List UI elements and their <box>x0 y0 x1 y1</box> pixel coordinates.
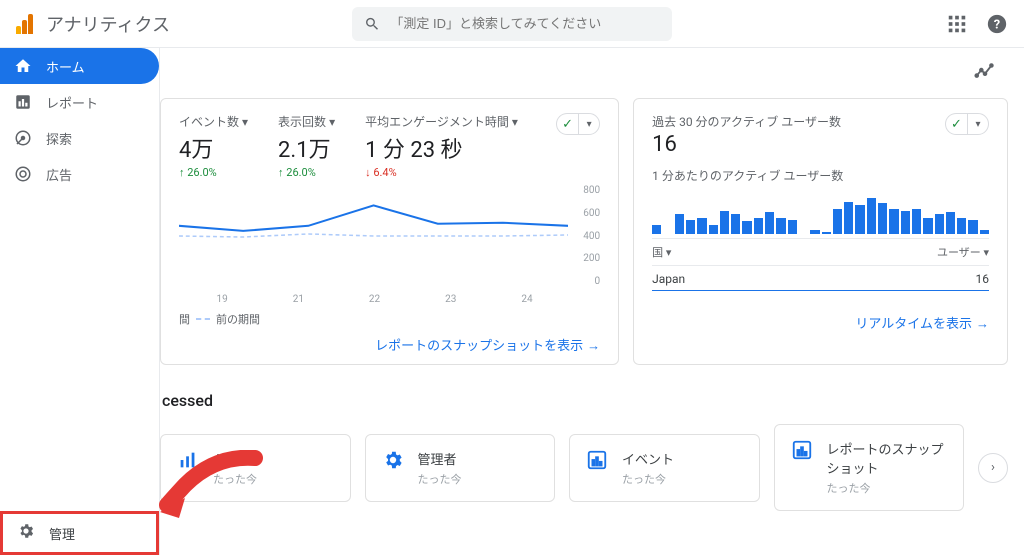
view-realtime-link[interactable]: リアルタイムを表示→ <box>855 317 989 332</box>
recent-card-title: 管理者 <box>418 449 462 468</box>
help-icon[interactable]: ? <box>986 13 1008 35</box>
product-name: アナリティクス <box>46 11 170 37</box>
card-status-pill: ✓ ▾ <box>556 113 600 135</box>
sidebar-item-label: 探索 <box>46 129 72 148</box>
overview-card: イベント数 ▾ 4万 ↑ 26.0% 表示回数 ▾ 2.1万 ↑ 26.0% 平… <box>160 98 619 365</box>
search-input[interactable] <box>390 16 660 31</box>
chevron-right-icon: › <box>991 460 995 475</box>
recent-card-title: レポートのスナップショット <box>827 439 948 477</box>
recently-accessed-title: cessed <box>162 391 1008 410</box>
metric-value: 2.1万 <box>278 132 335 164</box>
home-icon <box>14 57 32 75</box>
metric-delta: ↓ 6.4% <box>365 166 518 179</box>
svg-text:?: ? <box>994 17 1000 32</box>
check-icon: ✓ <box>556 113 578 135</box>
metric-label[interactable]: 表示回数 ▾ <box>278 113 335 130</box>
realtime-value: 16 <box>652 132 841 157</box>
metric-views: 表示回数 ▾ 2.1万 ↑ 26.0% <box>278 113 335 179</box>
chevron-down-icon: ▾ <box>242 115 248 129</box>
recent-card-title: イベント <box>622 449 674 468</box>
recent-card-sub: たった今 <box>418 471 462 487</box>
realtime-bar-chart <box>652 198 989 234</box>
recently-accessed-row: トたった今 管理者たった今 イベントたった今 レポートのスナップショットたった今… <box>160 424 1008 511</box>
status-dropdown[interactable]: ▾ <box>967 113 989 135</box>
insights-icon[interactable] <box>974 60 996 82</box>
explore-icon <box>14 129 32 147</box>
country-toggle[interactable]: 国 ▾ <box>652 244 671 260</box>
recent-card-title: ト <box>213 449 257 468</box>
main-content: イベント数 ▾ 4万 ↑ 26.0% 表示回数 ▾ 2.1万 ↑ 26.0% 平… <box>160 48 1024 555</box>
line-chart: 8006004002000 1921222324 <box>179 185 600 305</box>
bar-chart-box-icon <box>586 449 608 471</box>
sidebar-item-reports[interactable]: レポート <box>0 84 159 120</box>
app-header: アナリティクス ? <box>0 0 1024 48</box>
sidebar-item-label: 広告 <box>46 165 72 184</box>
apps-icon[interactable] <box>946 13 968 35</box>
realtime-card: 過去 30 分のアクティブ ユーザー数 16 ✓ ▾ 1 分あたりのアクティブ … <box>633 98 1008 365</box>
sidebar-item-label: ホーム <box>46 57 85 76</box>
recent-card-sub: たった今 <box>622 471 674 487</box>
next-button[interactable]: › <box>978 453 1008 483</box>
x-axis-labels: 1921222324 <box>179 294 570 305</box>
metric-delta: ↑ 26.0% <box>179 166 248 179</box>
ads-icon <box>14 165 32 183</box>
sidebar: ホーム レポート 探索 広告 管理 <box>0 48 160 555</box>
sidebar-item-admin[interactable]: 管理 <box>3 514 156 552</box>
chevron-down-icon: ▾ <box>329 115 335 129</box>
sidebar-item-ads[interactable]: 広告 <box>0 156 159 192</box>
realtime-sublabel: 1 分あたりのアクティブ ユーザー数 <box>652 167 989 184</box>
search-box[interactable] <box>352 7 672 41</box>
bar-chart-icon <box>14 93 32 111</box>
status-dropdown[interactable]: ▾ <box>578 113 600 135</box>
gear-icon <box>17 522 35 544</box>
metric-engagement: 平均エンゲージメント時間 ▾ 1 分 23 秒 ↓ 6.4% <box>365 113 518 179</box>
realtime-label: 過去 30 分のアクティブ ユーザー数 <box>652 113 841 130</box>
country-row: Japan16 <box>652 266 989 291</box>
sidebar-item-home[interactable]: ホーム <box>0 48 159 84</box>
metric-events: イベント数 ▾ 4万 ↑ 26.0% <box>179 113 248 179</box>
recent-card[interactable]: レポートのスナップショットたった今 <box>774 424 965 511</box>
admin-label: 管理 <box>49 524 75 543</box>
gear-icon <box>382 449 404 471</box>
chevron-down-icon: ▾ <box>512 115 518 129</box>
user-toggle[interactable]: ユーザー ▾ <box>937 244 989 260</box>
metric-delta: ↑ 26.0% <box>278 166 335 179</box>
metric-value: 4万 <box>179 132 248 164</box>
bar-chart-box-icon <box>791 439 813 461</box>
analytics-logo <box>16 14 36 34</box>
check-icon: ✓ <box>945 113 967 135</box>
sidebar-item-label: レポート <box>46 93 98 112</box>
recent-card[interactable]: イベントたった今 <box>569 434 760 502</box>
y-axis-labels: 8006004002000 <box>572 185 600 287</box>
bar-chart-icon <box>177 449 199 471</box>
recent-card-sub: たった今 <box>213 471 257 487</box>
search-icon <box>364 15 380 33</box>
metric-label[interactable]: イベント数 ▾ <box>179 113 248 130</box>
arrow-right-icon: → <box>976 317 989 332</box>
recent-card-sub: たった今 <box>827 480 948 496</box>
sidebar-item-explore[interactable]: 探索 <box>0 120 159 156</box>
recent-card[interactable]: トたった今 <box>160 434 351 502</box>
card-status-pill: ✓ ▾ <box>945 113 989 135</box>
view-snapshot-link[interactable]: レポートのスナップショットを表示→ <box>375 339 600 354</box>
chart-legend: 間 前の期間 <box>179 311 600 327</box>
arrow-right-icon: → <box>587 339 600 354</box>
recent-card[interactable]: 管理者たった今 <box>365 434 556 502</box>
realtime-toggle-row: 国 ▾ ユーザー ▾ <box>652 238 989 266</box>
metric-value: 1 分 23 秒 <box>365 132 518 164</box>
admin-highlight-box: 管理 <box>0 511 159 555</box>
metric-label[interactable]: 平均エンゲージメント時間 ▾ <box>365 113 518 130</box>
chart-svg <box>179 185 568 287</box>
